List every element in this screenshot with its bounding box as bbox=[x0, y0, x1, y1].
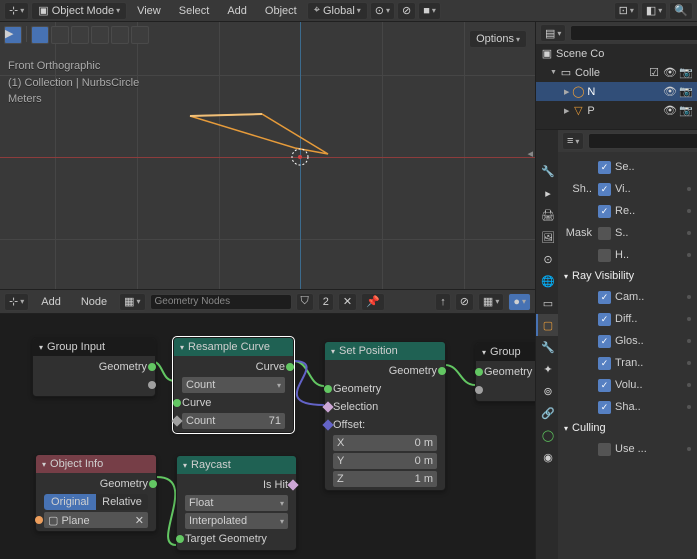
ptab-view[interactable]: 🖼 bbox=[536, 226, 558, 248]
ptab-particles[interactable]: ✦ bbox=[536, 358, 558, 380]
chevron-right-icon[interactable]: ▶ bbox=[564, 88, 569, 96]
sel-mode-1[interactable] bbox=[31, 26, 49, 44]
props-search[interactable] bbox=[588, 133, 697, 149]
orientation-label: Global bbox=[323, 5, 355, 17]
mode-label: Object Mode bbox=[52, 5, 114, 17]
overlay-toggle[interactable]: ◧▾ bbox=[641, 2, 667, 20]
seg-relative[interactable]: Relative bbox=[96, 494, 148, 510]
pivot-selector[interactable]: ⊙▾ bbox=[370, 2, 395, 20]
sel-mode-5[interactable] bbox=[111, 26, 129, 44]
outliner-scene[interactable]: ▣ Scene Co bbox=[536, 44, 697, 63]
curve-object[interactable] bbox=[190, 112, 340, 172]
menu-select[interactable]: Select bbox=[171, 5, 218, 17]
ptab-scene[interactable]: ⊙ bbox=[536, 248, 558, 270]
pin-icon[interactable]: 📌 bbox=[361, 293, 385, 311]
ptab-constraints[interactable]: 🔗 bbox=[536, 402, 558, 424]
ptab-render[interactable]: ▸ bbox=[536, 182, 558, 204]
ptab-material[interactable]: ◉ bbox=[536, 446, 558, 468]
sel-mode-2[interactable] bbox=[51, 26, 69, 44]
node-editor-type[interactable]: ⊹▾ bbox=[4, 293, 29, 311]
camera-icon[interactable]: 📷 bbox=[679, 66, 693, 79]
scene-icon: ▣ bbox=[540, 47, 554, 61]
node-set-position[interactable]: ▾Set Position Geometry Geometry Selectio… bbox=[324, 341, 446, 491]
unlink-icon[interactable]: ✕ bbox=[338, 293, 357, 311]
eye-icon[interactable]: 👁 bbox=[663, 104, 677, 117]
node-raycast[interactable]: ▾Raycast Is Hit Float▾ Interpolated▾ Tar… bbox=[176, 455, 297, 551]
props-type[interactable]: ≡▾ bbox=[562, 132, 584, 150]
section-ray-visibility[interactable]: ▾Ray Visibility bbox=[564, 266, 691, 286]
ptab-physics[interactable]: ⊚ bbox=[536, 380, 558, 402]
sel-mode-3[interactable] bbox=[71, 26, 89, 44]
tool-cursor[interactable]: ▶ bbox=[4, 26, 22, 44]
curve-icon: ◯ bbox=[571, 85, 585, 99]
outliner-type[interactable]: ▤▾ bbox=[540, 24, 566, 42]
camera-icon[interactable]: 📷 bbox=[679, 85, 693, 98]
vp-info-view: Front Orthographic bbox=[8, 58, 139, 75]
snap-type[interactable]: ■▾ bbox=[418, 2, 441, 20]
users-icon[interactable]: 2 bbox=[318, 293, 334, 311]
node-tree-name[interactable] bbox=[150, 294, 292, 310]
search-icon[interactable]: 🔍 bbox=[669, 2, 693, 20]
node-object-info[interactable]: ▾Object Info Geometry OriginalRelative ▢… bbox=[35, 454, 157, 532]
menu-object[interactable]: Object bbox=[257, 5, 305, 17]
mode-selector[interactable]: ▣ Object Mode▾ bbox=[31, 2, 127, 20]
outliner-search[interactable] bbox=[570, 25, 697, 41]
snap-grid-icon[interactable]: ▦▾ bbox=[478, 293, 504, 311]
gizmo-toggle[interactable]: ⊡▾ bbox=[614, 2, 639, 20]
outliner-object-p[interactable]: ▶ ▽ P 👁📷 bbox=[536, 101, 697, 120]
mesh-icon: ▽ bbox=[571, 104, 585, 118]
vp-info-object: (1) Collection | NurbsCircle bbox=[8, 75, 139, 92]
ptab-output[interactable]: 🖨 bbox=[536, 204, 558, 226]
sel-mode-4[interactable] bbox=[91, 26, 109, 44]
menu-view[interactable]: View bbox=[129, 5, 169, 17]
node-tree-browse[interactable]: ▦▾ bbox=[119, 293, 145, 311]
eye-icon[interactable]: 👁 bbox=[663, 85, 677, 98]
cursor-3d-icon bbox=[291, 148, 309, 166]
camera-icon[interactable]: 📷 bbox=[679, 104, 693, 117]
chevron-down-icon[interactable]: ▼ bbox=[550, 69, 557, 76]
snap-toggle[interactable]: ⊘ bbox=[397, 2, 416, 20]
ptab-modifier[interactable]: 🔧 bbox=[536, 336, 558, 358]
sel-mode-6[interactable] bbox=[131, 26, 149, 44]
ptab-object[interactable]: ▢ bbox=[536, 314, 558, 336]
close-icon[interactable]: ✕ bbox=[135, 514, 144, 527]
outliner-object-n[interactable]: ▶ ◯ N 👁📷 bbox=[536, 82, 697, 101]
node-group-output[interactable]: ▾Group Geometry bbox=[475, 342, 535, 402]
ptab-data[interactable]: ◯ bbox=[536, 424, 558, 446]
checkbox-icon[interactable]: ☑ bbox=[647, 66, 661, 79]
outliner-collection[interactable]: ▼ ▭ Colle ☑👁📷 bbox=[536, 63, 697, 82]
viewport-options[interactable]: Options▾ bbox=[469, 30, 527, 48]
node-resample-curve[interactable]: ▾Resample Curve Curve Count▾ Curve Count… bbox=[173, 337, 294, 433]
editor-type-selector[interactable]: ⊹▾ bbox=[4, 2, 29, 20]
section-culling[interactable]: ▾Culling bbox=[564, 418, 691, 438]
overlay-node-icon[interactable]: ●▾ bbox=[508, 293, 531, 311]
ptab-collection[interactable]: ▭ bbox=[536, 292, 558, 314]
menu-add[interactable]: Add bbox=[219, 5, 255, 17]
orientation-selector[interactable]: ⌖ Global▾ bbox=[307, 2, 368, 20]
seg-original[interactable]: Original bbox=[44, 494, 96, 510]
snap-node-icon[interactable]: ⊘ bbox=[455, 293, 474, 311]
parent-icon[interactable]: ↑ bbox=[435, 293, 451, 311]
node-menu-node[interactable]: Node bbox=[73, 296, 115, 308]
sidebar-toggle-icon[interactable]: ◂ bbox=[527, 147, 533, 160]
node-group-input[interactable]: ▾Group Input Geometry bbox=[32, 337, 156, 397]
shield-icon[interactable]: ⛉ bbox=[296, 293, 314, 311]
chevron-right-icon[interactable]: ▶ bbox=[564, 107, 569, 115]
vp-info-units: Meters bbox=[8, 91, 139, 108]
ptab-world[interactable]: 🌐 bbox=[536, 270, 558, 292]
collection-icon: ▭ bbox=[559, 66, 573, 80]
node-menu-add[interactable]: Add bbox=[33, 296, 69, 308]
ptab-tool[interactable]: 🔧 bbox=[536, 160, 558, 182]
eye-icon[interactable]: 👁 bbox=[663, 66, 677, 79]
